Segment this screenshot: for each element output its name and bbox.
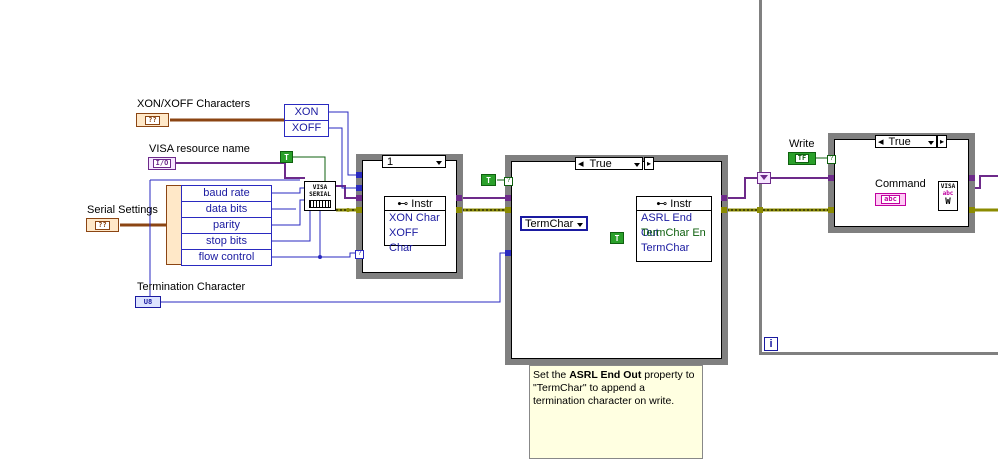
chevron-down-icon <box>632 158 640 170</box>
visa-resource-label: VISA resource name <box>149 143 250 155</box>
unbundle-row-xoff: XOFF <box>291 122 322 134</box>
chevron-left-icon: ◂ <box>578 158 584 170</box>
tunnel <box>828 175 834 181</box>
tunnel <box>356 207 362 213</box>
chevron-down-icon <box>926 136 934 148</box>
chevron-down-icon <box>575 218 583 230</box>
serial-settings-label: Serial Settings <box>87 204 158 216</box>
write-icon-text: W <box>945 197 951 207</box>
property-row-xon-char: XON Char <box>389 212 440 224</box>
tunnel <box>721 207 727 213</box>
property-node-class: Instr <box>670 197 692 210</box>
xon-xoff-label: XON/XOFF Characters <box>137 98 251 110</box>
comment-bold-text: ASRL End Out <box>569 369 642 381</box>
serial-port-icon <box>309 200 331 208</box>
serial-icon-text: SERIAL <box>309 191 331 198</box>
case-selector-2[interactable]: ◂ True <box>575 157 643 170</box>
write-terminal[interactable]: TF <box>788 152 816 165</box>
tunnel <box>356 172 362 178</box>
chevron-right-icon[interactable]: ▸ <box>937 135 947 148</box>
visa-configure-serial-port[interactable]: VISA SERIAL <box>304 181 336 211</box>
case-selector-value: 1 <box>387 155 394 168</box>
unbundle-node-left <box>166 185 182 265</box>
unbundle-row-xon: XON <box>285 105 328 121</box>
tunnel <box>505 207 511 213</box>
visa-icon-text: VISA <box>312 184 328 191</box>
unbundle-row-parity: parity <box>182 218 271 234</box>
enum-value: TermChar <box>525 217 574 230</box>
tunnel <box>356 195 362 201</box>
chevron-right-icon[interactable]: ▸ <box>644 157 654 170</box>
cluster-icon: ?? <box>145 115 160 125</box>
visa-icon-text: VISA <box>940 183 956 190</box>
shift-register-arrow-icon <box>760 175 768 180</box>
property-row-asrl-end-out: ASRL End Out <box>641 212 692 239</box>
iteration-terminal: i <box>764 337 778 351</box>
string-icon: abc <box>881 195 900 204</box>
xon-xoff-terminal[interactable]: ?? <box>136 113 169 127</box>
tunnel <box>721 195 727 201</box>
tunnel <box>356 185 362 191</box>
property-row-termchar: TermChar <box>641 242 690 254</box>
tunnel <box>969 207 975 213</box>
boolean-icon: TF <box>794 154 810 163</box>
shift-register-left[interactable] <box>757 172 771 184</box>
unbundle-by-name-xon[interactable]: XON XOFF <box>284 104 329 137</box>
property-node-1[interactable]: ⊷ Instr XON Char XOFF Char <box>384 196 446 254</box>
comment-label: Set the ASRL End Out property to "TermCh… <box>529 365 703 459</box>
tunnel <box>505 250 511 256</box>
case-selector-value: True <box>589 157 612 170</box>
true-constant[interactable]: T <box>280 151 293 163</box>
chevron-down-icon <box>434 156 442 168</box>
unbundle-row-stop-bits: stop bits <box>182 234 271 250</box>
unbundle-row-data-bits: data bits <box>182 202 271 218</box>
case-selector-terminal[interactable]: ? <box>355 250 364 259</box>
tunnel <box>757 207 763 213</box>
serial-settings-terminal[interactable]: ?? <box>86 218 119 232</box>
case-selector-value: True <box>888 135 911 148</box>
tunnel <box>828 207 834 213</box>
write-label: Write <box>789 138 815 150</box>
comment-text: Set the <box>533 369 570 381</box>
command-terminal[interactable]: abc <box>875 193 906 206</box>
cluster-icon: ?? <box>95 220 110 230</box>
property-node-class: Instr <box>411 197 433 210</box>
true-constant[interactable]: T <box>481 174 496 186</box>
tunnel <box>505 195 511 201</box>
visa-resource-terminal[interactable]: I/O <box>148 157 176 170</box>
termchar-enum-constant[interactable]: TermChar <box>520 216 588 231</box>
visa-write[interactable]: VISA abc W <box>938 181 958 211</box>
true-constant[interactable]: T <box>610 232 624 244</box>
key-icon: ⊷ <box>397 198 409 210</box>
termination-char-label: Termination Character <box>137 281 246 293</box>
case-selector-3[interactable]: ◂ True <box>875 135 937 148</box>
case-selector-terminal[interactable]: ? <box>504 177 513 186</box>
tunnel <box>456 195 462 201</box>
tunnel <box>969 175 975 181</box>
chevron-left-icon: ◂ <box>878 136 884 148</box>
unbundle-by-name-serial[interactable]: baud rate data bits parity stop bits flo… <box>181 185 272 266</box>
unbundle-row-flow-control: flow control <box>198 251 255 263</box>
case-selector-terminal[interactable]: ? <box>827 155 836 164</box>
property-row-xoff-char: XOFF Char <box>389 227 419 254</box>
tunnel <box>456 207 462 213</box>
case-selector-1[interactable]: 1 <box>382 155 446 168</box>
command-label: Command <box>875 178 926 190</box>
termination-char-terminal[interactable]: U8 <box>135 296 161 308</box>
property-row-termchar-en: TermChar En <box>641 227 706 239</box>
unbundle-row-baud-rate: baud rate <box>182 186 271 202</box>
string-icon-text: abc <box>942 190 954 197</box>
io-icon: I/O <box>152 159 172 168</box>
key-icon: ⊷ <box>656 198 668 210</box>
property-node-2[interactable]: ⊷ Instr ASRL End Out TermChar En TermChar <box>636 196 712 262</box>
